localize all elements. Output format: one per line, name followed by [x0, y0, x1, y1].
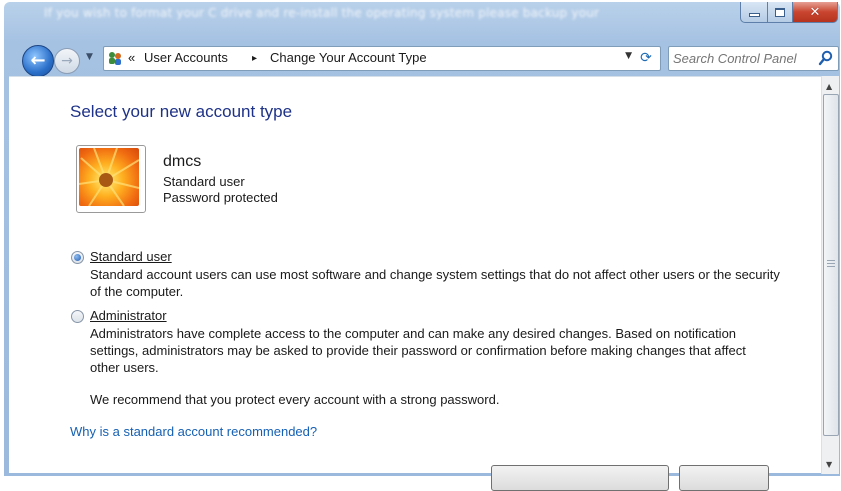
password-recommendation: We recommend that you protect every acco…	[90, 392, 500, 407]
user-password-status: Password protected	[163, 190, 278, 205]
minimize-button[interactable]	[740, 2, 768, 23]
caption-buttons: ✕	[740, 2, 838, 24]
breadcrumb-separator: «	[128, 50, 136, 65]
maximize-button[interactable]	[768, 2, 793, 23]
recent-pages-dropdown[interactable]: ▼	[86, 52, 93, 62]
search-input[interactable]	[673, 49, 811, 67]
scroll-down-icon[interactable]: ▼	[826, 460, 832, 469]
flower-picture-icon	[79, 148, 139, 206]
standard-user-description: Standard account users can use most soft…	[90, 267, 780, 299]
administrator-description: Administrators have complete access to t…	[90, 326, 746, 375]
user-accounts-icon	[109, 52, 121, 65]
maximize-icon	[775, 7, 785, 17]
administrator-radio[interactable]	[71, 310, 84, 323]
administrator-label[interactable]: Administrator	[90, 308, 167, 323]
search-icon[interactable]	[818, 50, 834, 66]
user-account-type: Standard user	[163, 174, 245, 189]
content-pane: Select your new account type dmcs Standa…	[9, 76, 821, 491]
standard-user-radio[interactable]	[71, 251, 84, 264]
breadcrumb-user-accounts[interactable]: User Accounts	[144, 50, 228, 65]
user-avatar	[76, 145, 146, 213]
forward-button[interactable]: →	[54, 48, 80, 74]
address-dropdown-icon[interactable]: ▼	[625, 51, 632, 61]
back-arrow-icon: ←	[30, 50, 46, 71]
page-title: Select your new account type	[70, 102, 293, 121]
standard-account-help-link[interactable]: Why is a standard account recommended?	[70, 424, 317, 439]
scrollbar-thumb[interactable]	[823, 94, 839, 436]
user-name: dmcs	[163, 153, 202, 170]
breadcrumb-change-account-type[interactable]: Change Your Account Type	[270, 50, 427, 65]
close-button[interactable]: ✕	[793, 2, 838, 23]
window-title: If you wish to format your C drive and r…	[44, 6, 600, 20]
back-button[interactable]: ←	[22, 45, 54, 77]
address-bar[interactable]: « User Accounts ▸ Change Your Account Ty…	[103, 46, 661, 71]
scroll-grip-icon	[827, 260, 835, 268]
close-icon: ✕	[809, 4, 821, 20]
change-account-type-button[interactable]	[491, 465, 669, 491]
cancel-button[interactable]	[679, 465, 769, 491]
scroll-up-icon[interactable]: ▲	[826, 82, 832, 91]
refresh-icon[interactable]: ⟳	[636, 49, 656, 67]
standard-user-label[interactable]: Standard user	[90, 249, 172, 264]
standard-user-label-text: Standard user	[90, 249, 172, 264]
minimize-icon	[748, 13, 760, 17]
administrator-label-text: Administrator	[90, 308, 167, 323]
vertical-scrollbar[interactable]: ▲ ▼	[821, 76, 839, 474]
search-box[interactable]	[668, 46, 839, 71]
breadcrumb-arrow-icon[interactable]: ▸	[252, 53, 257, 64]
forward-arrow-icon: →	[61, 53, 73, 69]
